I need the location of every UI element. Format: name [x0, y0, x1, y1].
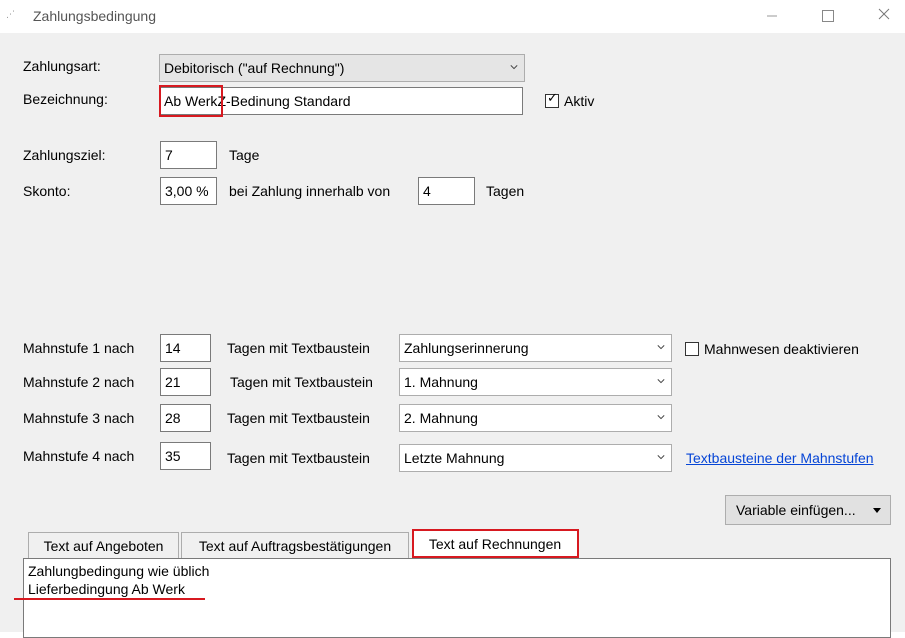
- mahnstufe-2-mid-text: Tagen mit Textbaustein: [230, 374, 373, 390]
- highlight-underline: [14, 598, 205, 600]
- chevron-down-icon: [657, 379, 665, 384]
- text-line-1: Zahlungbedingung wie üblich: [28, 563, 210, 579]
- tab-angebote[interactable]: Text auf Angeboten: [28, 532, 179, 560]
- mahnstufe-4-days-input[interactable]: 35: [160, 442, 211, 470]
- mahnstufe-1-mid-text: Tagen mit Textbaustein: [227, 340, 370, 356]
- textbausteine-link[interactable]: Textbausteine der Mahnstufen: [686, 450, 874, 466]
- zahlungsart-select[interactable]: Debitorisch ("auf Rechnung"): [159, 54, 525, 82]
- check-icon: ✓: [547, 91, 558, 106]
- aktiv-label: Aktiv: [564, 93, 595, 109]
- zahlungsziel-label: Zahlungsziel:: [23, 147, 106, 163]
- skonto-input[interactable]: 3,00 %: [160, 177, 217, 205]
- tab-auftragsbestaetigungen[interactable]: Text auf Auftragsbestätigungen: [181, 532, 409, 560]
- mahnstufe-4-textbaustein-value: Letzte Mahnung: [404, 450, 505, 466]
- mahnstufe-3-textbaustein-value: 2. Mahnung: [404, 410, 478, 426]
- maximize-button[interactable]: [808, 4, 848, 28]
- close-icon: [878, 8, 890, 20]
- bezeichnung-input[interactable]: Ab WerkZ-Bedinung Standard: [159, 87, 523, 115]
- chevron-down-icon: [657, 455, 665, 460]
- skonto-label: Skonto:: [23, 183, 71, 199]
- chevron-down-icon: [657, 345, 665, 350]
- mahnstufe-3-label: Mahnstufe 3 nach: [23, 410, 135, 426]
- mahnstufe-2-textbaustein-value: 1. Mahnung: [404, 374, 478, 390]
- mahnstufe-3-days-input[interactable]: 28: [160, 404, 211, 432]
- aktiv-checkbox[interactable]: ✓: [545, 91, 559, 108]
- tab-rechnungen[interactable]: Text auf Rechnungen: [412, 530, 578, 560]
- mahnstufe-1-label: Mahnstufe 1 nach: [23, 340, 135, 356]
- minimize-button[interactable]: [752, 4, 792, 28]
- mahnwesen-deaktivieren-checkbox[interactable]: [685, 342, 699, 356]
- text-line-2: Lieferbedingung Ab Werk: [28, 581, 185, 597]
- bezeichnung-rest: Z-Bedinung Standard: [217, 93, 351, 109]
- mahnstufe-4-mid-text: Tagen mit Textbaustein: [227, 450, 370, 466]
- variable-einfuegen-button[interactable]: Variable einfügen...: [725, 495, 891, 525]
- mahnstufe-1-days-input[interactable]: 14: [160, 334, 211, 362]
- skonto-mid-text: bei Zahlung innerhalb von: [229, 183, 391, 199]
- mahnstufe-1-textbaustein-value: Zahlungserinnerung: [404, 340, 529, 356]
- chevron-down-icon: [510, 65, 518, 70]
- maximize-icon: [822, 10, 834, 22]
- title-bar: ⋰ Zahlungsbedingung: [0, 0, 905, 33]
- skonto-unit: Tagen: [486, 183, 525, 199]
- close-button[interactable]: [864, 4, 904, 28]
- chevron-down-icon: [657, 415, 665, 420]
- mahnstufe-4-label: Mahnstufe 4 nach: [23, 448, 135, 464]
- mahnstufe-2-label: Mahnstufe 2 nach: [23, 374, 135, 390]
- window-title: Zahlungsbedingung: [33, 8, 156, 24]
- variable-einfuegen-label: Variable einfügen...: [736, 502, 856, 518]
- skonto-days-input[interactable]: 4: [418, 177, 475, 205]
- minimize-icon: [767, 15, 777, 17]
- zahlungsart-value: Debitorisch ("auf Rechnung"): [164, 60, 345, 76]
- zahlungsziel-unit: Tage: [229, 147, 260, 163]
- bezeichnung-prefix: Ab Werk: [164, 93, 218, 109]
- mahnwesen-deaktivieren-label: Mahnwesen deaktivieren: [704, 341, 859, 357]
- mahnstufe-4-textbaustein-select[interactable]: Letzte Mahnung: [399, 444, 672, 472]
- mahnstufe-2-textbaustein-select[interactable]: 1. Mahnung: [399, 368, 672, 396]
- mahnstufe-3-mid-text: Tagen mit Textbaustein: [227, 410, 370, 426]
- bezeichnung-label: Bezeichnung:: [23, 91, 108, 107]
- mahnstufe-3-textbaustein-select[interactable]: 2. Mahnung: [399, 404, 672, 432]
- dropdown-arrow-icon: [873, 508, 881, 513]
- mahnstufe-1-textbaustein-select[interactable]: Zahlungserinnerung: [399, 334, 672, 362]
- zahlungsart-label: Zahlungsart:: [23, 58, 101, 74]
- app-icon: ⋰: [6, 10, 15, 20]
- zahlungsziel-input[interactable]: 7: [160, 141, 217, 169]
- mahnstufe-2-days-input[interactable]: 21: [160, 368, 211, 396]
